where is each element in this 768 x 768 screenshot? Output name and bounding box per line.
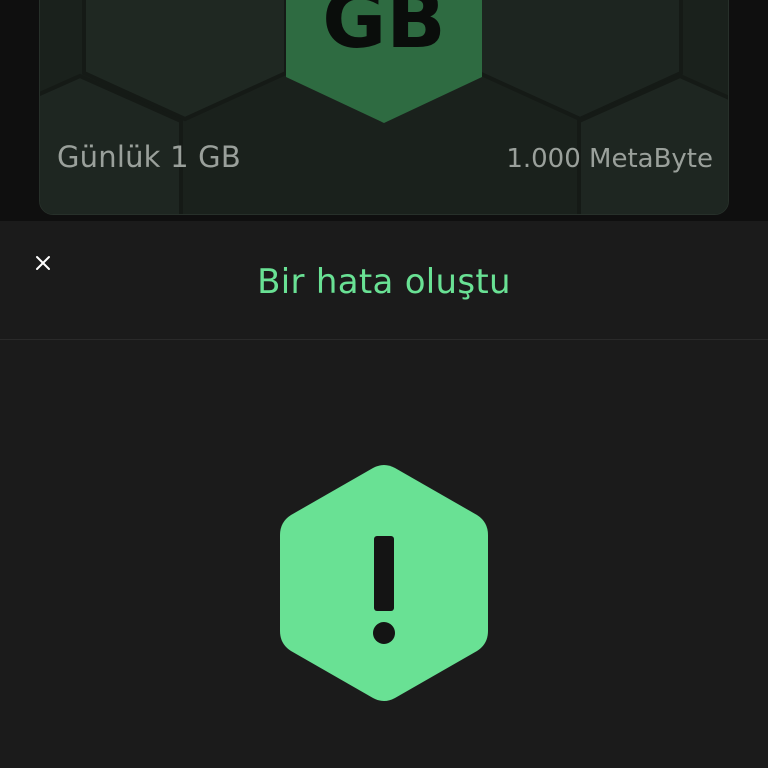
alert-hexagon-icon xyxy=(280,465,488,701)
product-card: GB Günlük 1 GB 1.000 MetaByte xyxy=(39,0,729,215)
product-name: Günlük 1 GB xyxy=(57,140,241,174)
hexagon-pattern: GB xyxy=(40,0,728,214)
screen: GB Günlük 1 GB 1.000 MetaByte Bir hata o… xyxy=(0,0,768,768)
exclamation-dot xyxy=(373,622,395,644)
product-price: 1.000 MetaByte xyxy=(506,144,713,174)
error-sheet: Bir hata oluştu xyxy=(0,221,768,768)
sheet-header: Bir hata oluştu xyxy=(0,221,768,340)
exclamation-bar xyxy=(374,536,394,611)
gb-logo-text: GB xyxy=(322,0,445,66)
sheet-title: Bir hata oluştu xyxy=(257,262,511,302)
